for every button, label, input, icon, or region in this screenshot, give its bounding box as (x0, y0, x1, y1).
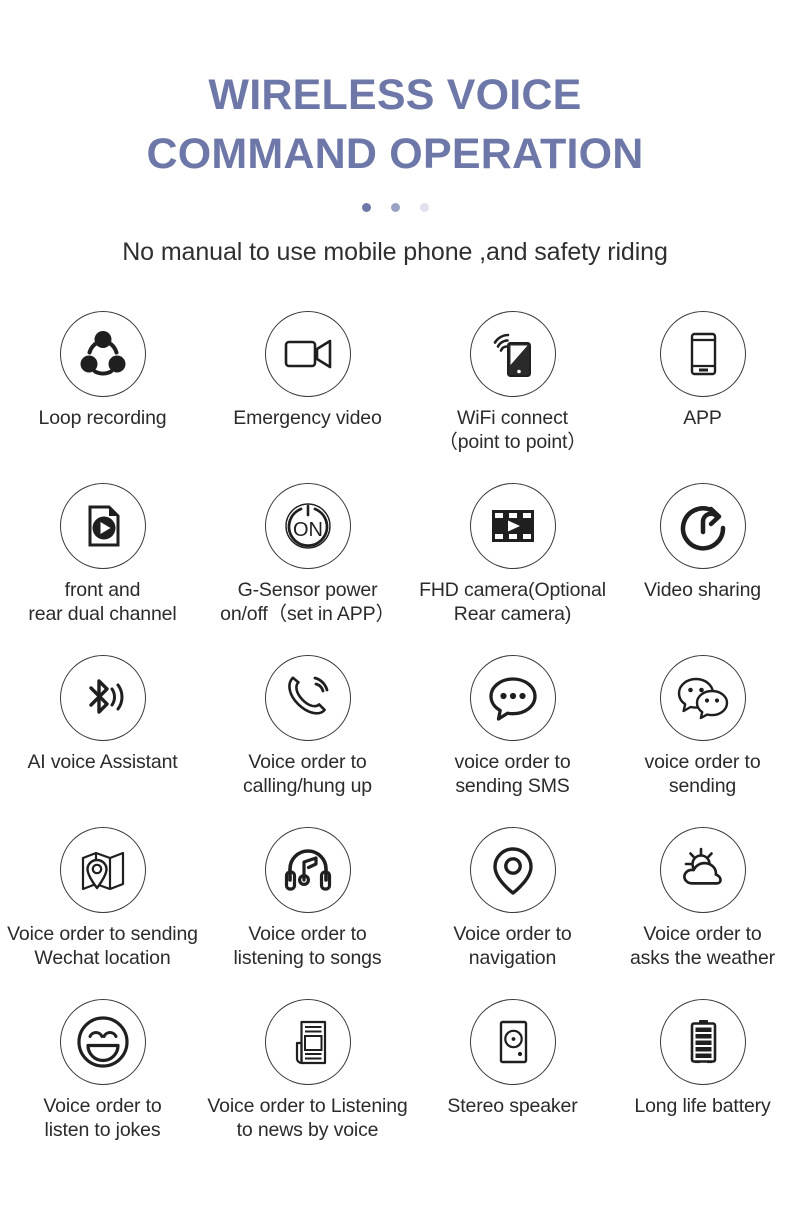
feature-item-wechat-location[interactable]: Voice order to sending Wechat location (0, 811, 205, 983)
feature-label: front and rear dual channel (28, 578, 177, 626)
feature-item-weather[interactable]: Voice order to asks the weather (615, 811, 790, 983)
feature-item-g-sensor[interactable]: ON G-Sensor power on/off（set in APP） (205, 467, 410, 639)
feature-item-voice-wechat-send[interactable]: voice order to sending (615, 639, 790, 811)
feature-item-ai-voice-assistant[interactable]: AI voice Assistant (0, 639, 205, 811)
feature-label: Loop recording (38, 406, 167, 429)
feature-item-video-sharing[interactable]: Video sharing (615, 467, 790, 639)
sun-cloud-weather-icon (659, 826, 746, 913)
page-title: WIRELESS VOICE COMMAND OPERATION (0, 66, 790, 185)
feature-label: Voice order to listening to songs (233, 922, 382, 970)
feature-item-dual-channel[interactable]: front and rear dual channel (0, 467, 205, 639)
feature-label: Voice order to calling/hung up (243, 750, 372, 798)
page-header: WIRELESS VOICE COMMAND OPERATION No manu… (0, 0, 790, 267)
newspaper-icon (264, 998, 351, 1085)
feature-label: Voice order to asks the weather (629, 922, 775, 970)
bluetooth-voice-icon (59, 654, 146, 741)
phone-call-icon (264, 654, 351, 741)
feature-item-fhd-camera[interactable]: FHD camera(Optional Rear camera) (410, 467, 615, 639)
feature-item-navigation[interactable]: Voice order to navigation (410, 811, 615, 983)
feature-item-wifi-connect[interactable]: WiFi connect （point to point） (410, 295, 615, 467)
feature-label: WiFi connect （point to point） (438, 406, 587, 454)
battery-icon (659, 998, 746, 1085)
page-title-line-2: COMMAND OPERATION (146, 130, 644, 179)
feature-label: AI voice Assistant (27, 750, 178, 773)
pagination-dot-3[interactable] (419, 202, 429, 212)
feature-item-news[interactable]: Voice order to Listening to news by voic… (205, 983, 410, 1155)
feature-label: G-Sensor power on/off（set in APP） (220, 578, 395, 626)
feature-label: Emergency video (233, 406, 382, 429)
feature-item-listen-songs[interactable]: Voice order to listening to songs (205, 811, 410, 983)
feature-item-voice-call[interactable]: Voice order to calling/hung up (205, 639, 410, 811)
smiley-face-icon (59, 998, 146, 1085)
feature-label: voice order to sending (644, 750, 761, 798)
feature-grid: Loop recording Emergency video WiFi conn… (0, 295, 790, 1155)
feature-label: Voice order to sending Wechat location (7, 922, 198, 970)
speaker-icon (469, 998, 556, 1085)
feature-item-app[interactable]: APP (615, 295, 790, 467)
page-subtitle: No manual to use mobile phone ,and safet… (122, 237, 668, 266)
headphones-music-icon (264, 826, 351, 913)
pagination-dots (0, 202, 790, 212)
feature-label: Voice order to listen to jokes (43, 1094, 162, 1142)
feature-item-emergency-video[interactable]: Emergency video (205, 295, 410, 467)
feature-item-battery[interactable]: Long life battery (615, 983, 790, 1155)
feature-item-voice-sms[interactable]: voice order to sending SMS (410, 639, 615, 811)
feature-label: Voice order to navigation (453, 922, 572, 970)
feature-label: voice order to sending SMS (454, 750, 571, 798)
pagination-dot-2[interactable] (390, 202, 400, 212)
feature-item-jokes[interactable]: Voice order to listen to jokes (0, 983, 205, 1155)
video-camera-icon (264, 310, 351, 397)
smartphone-app-icon (659, 310, 746, 397)
feature-item-loop-recording[interactable]: Loop recording (0, 295, 205, 467)
wechat-bubbles-icon (659, 654, 746, 741)
page-title-line-1: WIRELESS VOICE (208, 71, 582, 119)
share-arrow-circle-icon (659, 482, 746, 569)
speech-bubble-dots-icon (469, 654, 556, 741)
map-location-icon (59, 826, 146, 913)
pagination-dot-1[interactable] (361, 202, 371, 212)
feature-label: Voice order to Listening to news by voic… (207, 1094, 408, 1142)
film-strip-play-icon (469, 482, 556, 569)
video-file-play-icon (59, 482, 146, 569)
feature-label: Long life battery (634, 1094, 771, 1117)
loop-recording-icon (59, 310, 146, 397)
feature-label: FHD camera(Optional Rear camera) (419, 578, 606, 626)
feature-label: Stereo speaker (447, 1094, 578, 1117)
svg-text:ON: ON (293, 519, 323, 541)
feature-label: Video sharing (644, 578, 761, 601)
power-on-off-icon: ON (264, 482, 351, 569)
map-pin-icon (469, 826, 556, 913)
wifi-phone-icon (469, 310, 556, 397)
feature-label: APP (683, 406, 722, 429)
feature-item-stereo-speaker[interactable]: Stereo speaker (410, 983, 615, 1155)
